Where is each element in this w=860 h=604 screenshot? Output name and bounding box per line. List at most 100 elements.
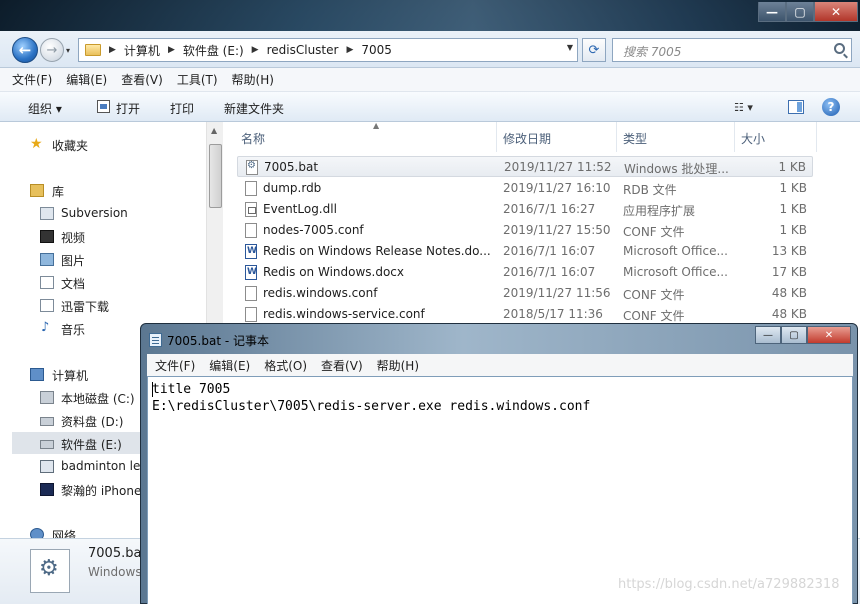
file-row[interactable]: Redis on Windows.docx 2016/7/1 16:07 Mic… — [237, 262, 813, 283]
nav-documents[interactable]: 文档 — [61, 275, 85, 292]
file-date: 2019/11/27 11:56 — [503, 286, 611, 300]
file-row[interactable]: redis.windows.conf 2019/11/27 11:56 CONF… — [237, 283, 813, 304]
column-date[interactable]: 修改日期 — [497, 122, 617, 152]
column-size[interactable]: 大小 — [735, 122, 817, 152]
subversion-icon — [40, 207, 54, 220]
nav-thunder-download[interactable]: 迅雷下载 — [61, 298, 109, 315]
notepad-text-area[interactable]: title 7005 E:\redisCluster\7005\redis-se… — [147, 376, 853, 604]
help-icon[interactable]: ? — [822, 98, 840, 116]
file-name: nodes-7005.conf — [263, 223, 364, 237]
notepad-menu-file[interactable]: 文件(F) — [155, 357, 195, 374]
breadcrumb-rediscluster[interactable]: redisCluster — [267, 43, 339, 57]
chevron-right-icon[interactable]: ▶ — [109, 45, 116, 55]
word-icon — [245, 265, 257, 280]
menu-view[interactable]: 查看(V) — [121, 71, 163, 88]
open-button[interactable]: 打开 — [116, 100, 140, 117]
folder-icon — [85, 44, 101, 56]
print-button[interactable]: 打印 — [170, 100, 194, 117]
chevron-right-icon[interactable]: ▶ — [252, 45, 259, 55]
scroll-up-icon[interactable]: ▲ — [211, 126, 217, 135]
drive-e-icon — [40, 440, 54, 449]
title-glass — [0, 0, 860, 31]
nav-videos[interactable]: 视频 — [61, 229, 85, 246]
file-row[interactable]: redis.windows-service.conf 2018/5/17 11:… — [237, 304, 813, 325]
notepad-maximize-button[interactable]: ▢ — [781, 326, 807, 344]
view-options-icon[interactable]: ☷ ▾ — [734, 101, 753, 114]
nav-favorites[interactable]: 收藏夹 — [52, 137, 88, 154]
documents-icon — [40, 276, 54, 289]
new-folder-button[interactable]: 新建文件夹 — [224, 100, 284, 117]
file-type: CONF 文件 — [623, 309, 685, 323]
maximize-button[interactable]: ▢ — [786, 2, 814, 22]
nav-music[interactable]: 音乐 — [61, 321, 85, 338]
nav-computer[interactable]: 计算机 — [52, 367, 88, 384]
breadcrumb-computer[interactable]: 计算机 — [124, 42, 160, 59]
file-name: redis.windows-service.conf — [263, 307, 425, 321]
column-name[interactable]: 名称 ▲ — [235, 121, 497, 152]
notepad-menu-view[interactable]: 查看(V) — [321, 357, 363, 374]
file-type: Microsoft Office... — [623, 244, 728, 258]
file-type: CONF 文件 — [623, 225, 685, 239]
breadcrumb-drive[interactable]: 软件盘 (E:) — [183, 42, 244, 59]
minimize-button[interactable]: — — [758, 2, 786, 22]
search-placeholder: 搜索 7005 — [623, 45, 682, 59]
breadcrumb-7005[interactable]: 7005 — [361, 43, 392, 57]
computer-icon — [30, 368, 44, 381]
notepad-title: 7005.bat - 记事本 — [167, 334, 269, 348]
nav-drive-e[interactable]: 软件盘 (E:) — [61, 436, 122, 453]
recent-pages-dropdown[interactable]: ▾ — [66, 46, 70, 55]
nav-pictures[interactable]: 图片 — [61, 252, 85, 269]
preview-pane-icon[interactable] — [788, 100, 804, 114]
notepad-menu-help[interactable]: 帮助(H) — [377, 357, 419, 374]
menu-edit[interactable]: 编辑(E) — [66, 71, 107, 88]
nav-drive-d[interactable]: 资料盘 (D:) — [61, 413, 123, 430]
notepad-menu-bar: 文件(F) 编辑(E) 格式(O) 查看(V) 帮助(H) — [147, 354, 853, 376]
file-date: 2019/11/27 15:50 — [503, 223, 611, 237]
refresh-button[interactable]: ⟳ — [582, 38, 606, 62]
nav-libraries[interactable]: 库 — [52, 183, 64, 200]
navigation-bar: ← → ▾ ▶ 计算机 ▶ 软件盘 (E:) ▶ redisCluster ▶ … — [0, 31, 860, 68]
file-size: 13 KB — [771, 244, 807, 258]
address-bar[interactable]: ▶ 计算机 ▶ 软件盘 (E:) ▶ redisCluster ▶ 7005 ▼ — [78, 38, 578, 62]
file-row[interactable]: Redis on Windows Release Notes.do... 201… — [237, 241, 813, 262]
column-type[interactable]: 类型 — [617, 122, 735, 152]
menu-file[interactable]: 文件(F) — [12, 71, 52, 88]
menu-tools[interactable]: 工具(T) — [177, 71, 218, 88]
file-icon — [245, 223, 257, 238]
chevron-right-icon[interactable]: ▶ — [168, 45, 175, 55]
close-button[interactable]: ✕ — [814, 2, 858, 22]
menu-help[interactable]: 帮助(H) — [232, 71, 274, 88]
search-icon[interactable] — [834, 43, 845, 54]
notepad-menu-edit[interactable]: 编辑(E) — [209, 357, 250, 374]
column-type-label: 类型 — [623, 132, 648, 146]
file-size: 17 KB — [771, 265, 807, 279]
file-row[interactable]: 7005.bat 2019/11/27 11:52 Windows 批处理...… — [237, 156, 813, 177]
file-row[interactable]: nodes-7005.conf 2019/11/27 15:50 CONF 文件… — [237, 220, 813, 241]
search-input[interactable]: 搜索 7005 — [612, 38, 852, 62]
chevron-right-icon[interactable]: ▶ — [346, 45, 353, 55]
file-name: 7005.bat — [264, 160, 319, 174]
notepad-minimize-button[interactable]: — — [755, 326, 781, 344]
open-icon — [97, 100, 110, 113]
column-name-label: 名称 — [241, 132, 266, 146]
music-icon: ♪ — [41, 320, 50, 335]
nav-scroll-thumb[interactable] — [209, 144, 222, 208]
file-type: CONF 文件 — [623, 288, 685, 302]
nav-drive-c[interactable]: 本地磁盘 (C:) — [61, 390, 135, 407]
details-file-name: 7005.bat — [88, 546, 147, 561]
dll-icon — [245, 202, 257, 217]
notepad-close-button[interactable]: ✕ — [807, 326, 851, 344]
address-dropdown-icon[interactable]: ▼ — [567, 43, 573, 52]
file-row[interactable]: EventLog.dll 2016/7/1 16:27 应用程序扩展 1 KB — [237, 199, 813, 220]
nav-subversion[interactable]: Subversion — [61, 206, 128, 220]
forward-button[interactable]: → — [40, 38, 64, 62]
nav-badminton[interactable]: badminton le — [61, 459, 140, 473]
back-button[interactable]: ← — [12, 37, 38, 63]
file-name: Redis on Windows Release Notes.do... — [263, 244, 491, 258]
organize-button[interactable]: 组织 ▾ — [28, 100, 62, 117]
file-row[interactable]: dump.rdb 2019/11/27 16:10 RDB 文件 1 KB — [237, 178, 813, 199]
notepad-menu-format[interactable]: 格式(O) — [264, 357, 307, 374]
drive-d-icon — [40, 417, 54, 426]
nav-iphone[interactable]: 黎瀚的 iPhone — [61, 482, 141, 499]
file-date: 2016/7/1 16:07 — [503, 265, 596, 279]
